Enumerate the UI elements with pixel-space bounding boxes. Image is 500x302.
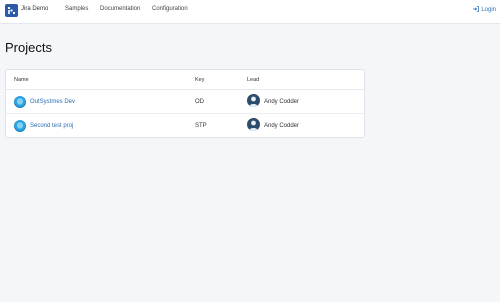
- column-header-lead: Lead: [247, 77, 260, 83]
- login-label: Login: [481, 7, 496, 13]
- column-header-name: Name: [14, 77, 29, 83]
- sign-in-icon: [473, 6, 480, 14]
- project-lead: Andy Codder: [264, 99, 300, 105]
- page-title: Projects: [5, 40, 52, 55]
- top-navbar: Jira Demo Samples Documentation Configur…: [0, 0, 500, 24]
- nav-item-documentation[interactable]: Documentation: [100, 6, 140, 12]
- projects-table: Name Key Lead OutSystmes Dev OD Andy Cod…: [5, 69, 365, 138]
- user-avatar-icon: [247, 118, 260, 131]
- table-row: OutSystmes Dev OD Andy Codder: [6, 91, 364, 114]
- project-key: STP: [195, 123, 207, 129]
- project-name-link[interactable]: OutSystmes Dev: [30, 99, 75, 105]
- table-row: Second test proj STP Andy Codder: [6, 115, 364, 138]
- project-lead: Andy Codder: [264, 123, 300, 129]
- user-avatar-icon: [247, 94, 260, 107]
- nav-item-configuration[interactable]: Configuration: [152, 6, 188, 12]
- nav-item-samples[interactable]: Samples: [65, 6, 88, 12]
- project-avatar-icon[interactable]: [14, 96, 26, 108]
- login-link[interactable]: Login: [473, 6, 496, 14]
- project-name-link[interactable]: Second test proj: [30, 123, 73, 129]
- column-header-key: Key: [195, 77, 205, 83]
- project-key: OD: [195, 99, 204, 105]
- brand-name[interactable]: Jira Demo: [21, 6, 48, 12]
- table-header: Name Key Lead: [6, 70, 364, 90]
- project-avatar-icon[interactable]: [14, 120, 26, 132]
- jira-logo-icon[interactable]: [5, 4, 18, 17]
